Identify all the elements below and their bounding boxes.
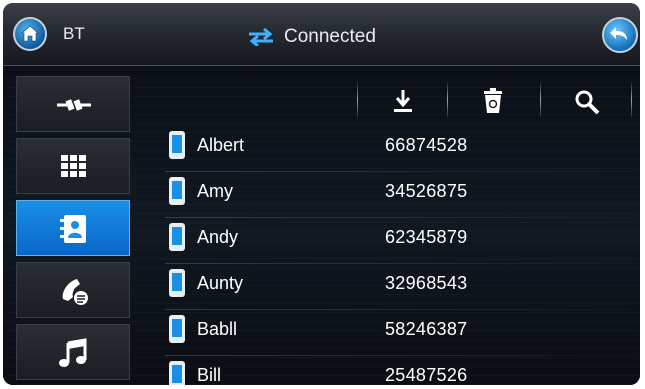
transfer-arrows-icon	[249, 28, 273, 46]
contact-name: Babll	[197, 319, 238, 339]
contact-row[interactable]: Albert 66874528	[165, 126, 635, 172]
home-icon	[21, 25, 39, 42]
toolbar-divider	[540, 80, 541, 120]
bluetooth-screen: BT Connected Albert 66874528 Amy 3452687…	[3, 3, 640, 385]
phonebook-content: Albert 66874528 Amy 34526875 Andy 623458…	[3, 66, 640, 385]
download-icon[interactable]	[390, 88, 416, 114]
contact-row[interactable]: Amy 34526875	[165, 172, 635, 218]
contact-name: Amy	[197, 181, 233, 201]
status-bar: BT Connected	[3, 3, 640, 66]
mobile-phone-icon	[169, 269, 185, 297]
sidebar-item-call-history[interactable]	[16, 262, 130, 318]
sidebar-item-connection[interactable]	[16, 76, 130, 132]
contact-number: 58246387	[385, 319, 468, 339]
mobile-phone-icon	[169, 131, 185, 159]
contact-number: 62345879	[385, 227, 468, 247]
header-title: BT	[63, 24, 85, 43]
call-log-icon	[62, 279, 88, 305]
contact-number: 66874528	[385, 135, 468, 155]
toolbar-divider	[447, 80, 448, 120]
sidebar-item-dialpad[interactable]	[16, 138, 130, 194]
back-button[interactable]	[602, 17, 638, 53]
dialpad-icon	[61, 155, 86, 177]
mobile-phone-icon	[169, 177, 185, 205]
mobile-phone-icon	[169, 361, 185, 385]
home-button[interactable]	[13, 17, 47, 51]
contact-row[interactable]: Babll 58246387	[165, 310, 635, 356]
back-arrow-icon	[610, 27, 627, 40]
mobile-phone-icon	[169, 223, 185, 251]
contact-number: 34526875	[385, 181, 468, 201]
contact-name: Albert	[197, 135, 245, 155]
recycle-bin-icon[interactable]	[482, 88, 504, 114]
sidebar-item-phonebook[interactable]	[16, 200, 130, 256]
plug-icon	[57, 99, 91, 111]
music-note-icon	[59, 338, 87, 367]
contact-name: Aunty	[197, 273, 244, 293]
search-icon[interactable]	[573, 88, 601, 116]
contact-number: 32968543	[385, 273, 468, 293]
toolbar-divider	[357, 80, 358, 120]
contact-row[interactable]: Aunty 32968543	[165, 264, 635, 310]
contacts-icon	[60, 215, 86, 243]
contact-number: 25487526	[385, 365, 468, 385]
contact-row[interactable]: Andy 62345879	[165, 218, 635, 264]
sidebar-item-music[interactable]	[16, 324, 130, 380]
contact-row[interactable]: Bill 25487526	[165, 356, 635, 385]
contact-name: Andy	[197, 227, 239, 247]
contact-name: Bill	[197, 365, 222, 385]
mobile-phone-icon	[169, 315, 185, 343]
toolbar-divider	[631, 80, 632, 120]
connection-status-label: Connected	[284, 26, 376, 47]
